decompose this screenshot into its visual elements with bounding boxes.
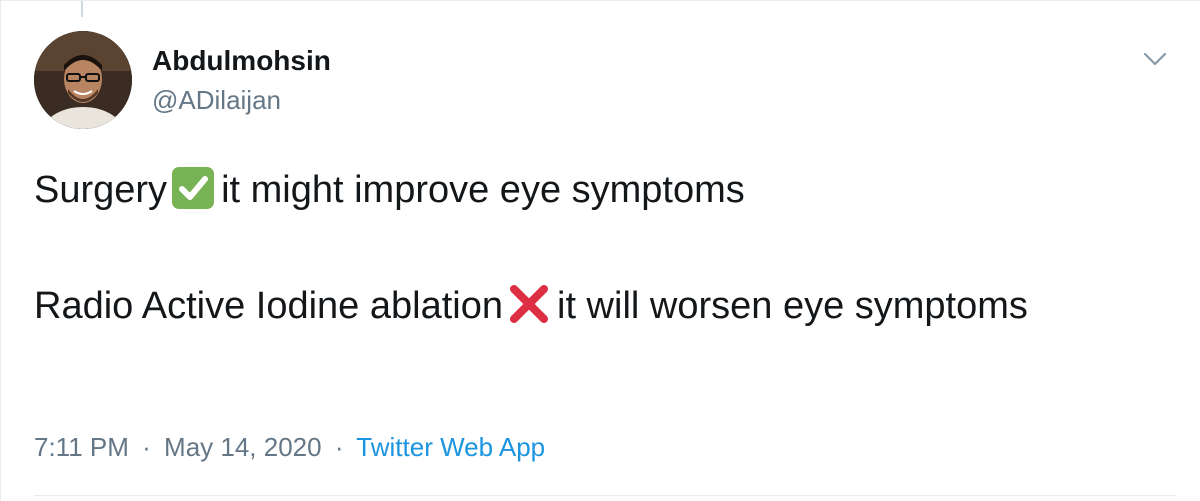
tweet-card[interactable]: Abdulmohsin @ADilaijan Surgery it might i… bbox=[0, 0, 1200, 501]
check-mark-button-icon bbox=[171, 166, 215, 210]
author-name[interactable]: Abdulmohsin bbox=[152, 45, 331, 77]
text-improve: it might improve eye symptoms bbox=[221, 169, 745, 211]
chevron-down-icon[interactable] bbox=[1137, 41, 1173, 77]
meta-separator: · bbox=[142, 432, 151, 462]
meta-separator: · bbox=[334, 432, 344, 462]
tweet-source-link[interactable]: Twitter Web App bbox=[356, 432, 545, 462]
tweet-time[interactable]: 7:11 PM bbox=[34, 432, 129, 462]
avatar[interactable] bbox=[34, 31, 132, 129]
tweet-line-1: Surgery it might improve eye symptoms bbox=[34, 161, 1154, 219]
divider bbox=[34, 495, 1176, 496]
tweet-text: Surgery it might improve eye symptoms Rad… bbox=[34, 161, 1154, 335]
tweet-date[interactable]: May 14, 2020 bbox=[164, 432, 322, 462]
cross-mark-icon bbox=[507, 282, 551, 326]
text-worsen: it will worsen eye symptoms bbox=[557, 285, 1028, 327]
tweet-line-2: Radio Active Iodine ablation it will wors… bbox=[34, 277, 1154, 335]
avatar-image bbox=[34, 31, 132, 129]
thread-connector bbox=[81, 1, 83, 17]
text-rai: Radio Active Iodine ablation bbox=[34, 285, 503, 327]
author-handle[interactable]: @ADilaijan bbox=[152, 85, 281, 115]
text-surgery: Surgery bbox=[34, 169, 168, 211]
tweet-meta: 7:11 PM · May 14, 2020 · Twitter Web App bbox=[34, 429, 545, 465]
